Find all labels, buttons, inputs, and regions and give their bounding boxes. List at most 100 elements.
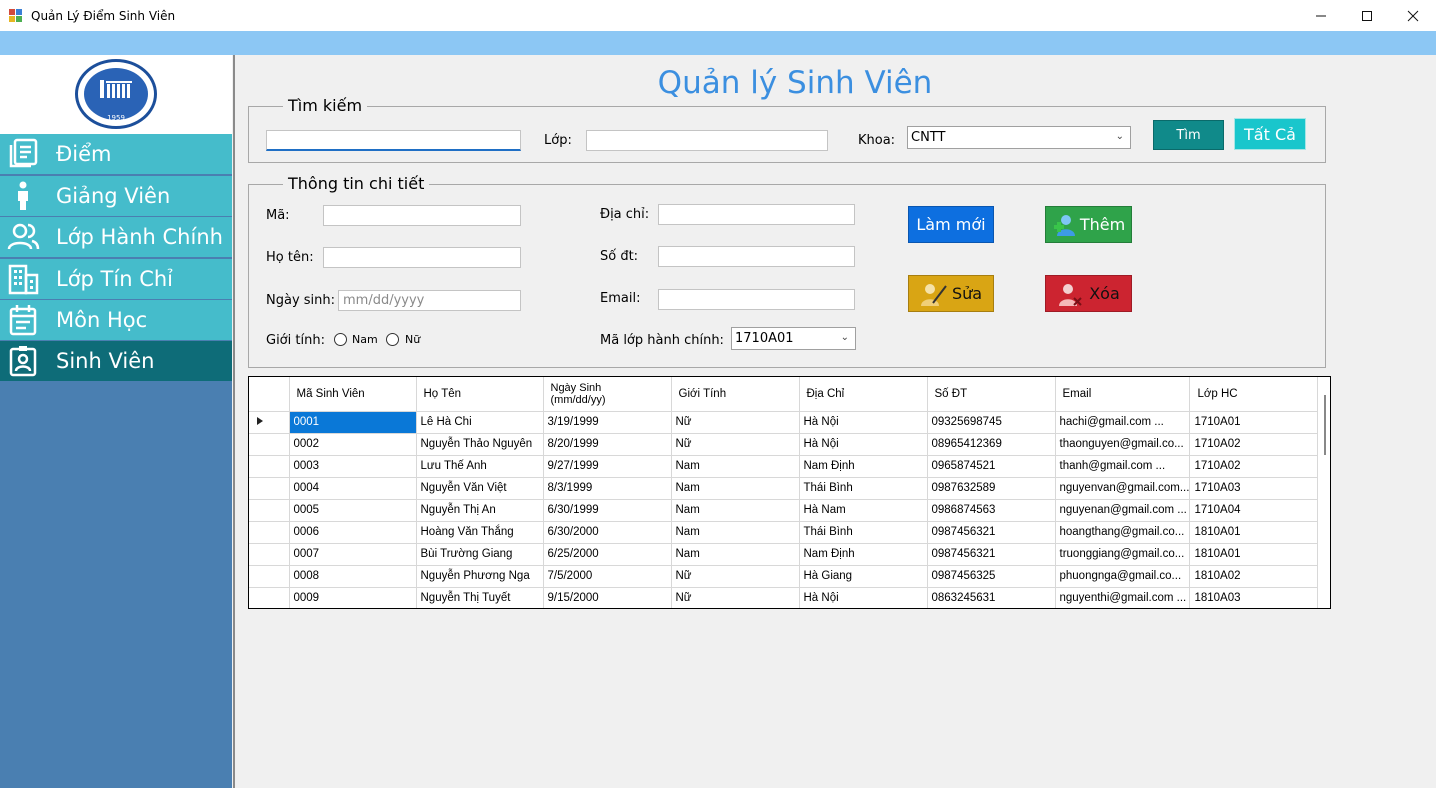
table-cell[interactable]: 0006 [289,521,417,544]
table-cell[interactable]: 1810A01 [1189,543,1319,566]
table-row[interactable]: 0007 Bùi Trường Giang 6/25/2000 Nam Nam Định… [249,543,1319,566]
table-cell[interactable]: 8/3/1999 [543,477,672,500]
table-cell[interactable]: Nguyễn Thảo Nguyên [416,433,544,456]
table-cell[interactable]: 08965412369 [927,433,1056,456]
gender-male-radio[interactable] [334,333,347,346]
table-cell[interactable]: Hoàng Văn Thắng [416,521,544,544]
dob-input[interactable] [338,290,521,311]
table-cell[interactable]: 1710A02 [1189,455,1319,478]
table-cell[interactable]: 9/27/1999 [543,455,672,478]
sidebar-item-lop-tin-chi[interactable]: Lớp Tín Chỉ [0,259,232,299]
table-cell[interactable]: Nữ [671,565,800,588]
table-cell[interactable]: Nam Định [799,455,928,478]
faculty-select[interactable]: CNTT ⌄ [907,126,1131,149]
table-cell[interactable]: nguyenthi@gmail.com ... [1055,587,1191,608]
table-row[interactable]: 0003 Lưu Thế Anh 9/27/1999 Nam Nam Định 09658… [249,455,1319,478]
table-cell[interactable]: 9/15/2000 [543,587,672,608]
table-row[interactable]: 0002 Nguyễn Thảo Nguyên 8/20/1999 Nữ Hà Nội 0… [249,433,1319,456]
table-cell[interactable]: Nữ [671,411,800,434]
table-cell[interactable]: 6/30/2000 [543,521,672,544]
table-cell[interactable]: 0987456325 [927,565,1056,588]
table-cell[interactable]: 8/20/1999 [543,433,672,456]
table-cell[interactable]: Nam [671,455,800,478]
minimize-button[interactable] [1298,0,1344,31]
row-header[interactable] [249,565,290,588]
delete-button[interactable]: Xóa [1045,275,1132,312]
table-cell[interactable]: 0002 [289,433,417,456]
table-cell[interactable]: Thái Bình [799,521,928,544]
phone-input[interactable] [658,246,855,267]
table-cell[interactable]: 0004 [289,477,417,500]
table-cell[interactable]: 0005 [289,499,417,522]
table-cell[interactable]: Thái Bình [799,477,928,500]
table-cell[interactable]: 0003 [289,455,417,478]
table-row[interactable]: 0004 Nguyễn Văn Việt 8/3/1999 Nam Thái Bình 0… [249,477,1319,500]
address-input[interactable] [658,204,855,225]
row-header[interactable] [249,587,290,608]
sidebar-item-sinh-vien[interactable]: Sinh Viên [0,341,232,381]
table-cell[interactable]: Nam Định [799,543,928,566]
table-cell[interactable]: Hà Nội [799,587,928,608]
table-row[interactable]: 0006 Hoàng Văn Thắng 6/30/2000 Nam Thái Bình… [249,521,1319,544]
table-cell[interactable]: nguyenan@gmail.com ... [1055,499,1191,522]
student-id-input[interactable] [323,205,521,226]
table-cell[interactable]: 09325698745 [927,411,1056,434]
table-cell[interactable]: Nam [671,499,800,522]
table-cell[interactable]: Bùi Trường Giang [416,543,544,566]
table-cell[interactable]: Hà Nội [799,433,928,456]
row-header[interactable] [249,433,290,456]
table-cell[interactable]: Lưu Thế Anh [416,455,544,478]
column-header[interactable]: Ngày Sinh (mm/dd/yy) [543,377,672,412]
table-cell[interactable]: nguyenvan@gmail.com... [1055,477,1191,500]
table-cell[interactable]: phuongnga@gmail.co... [1055,565,1191,588]
table-cell[interactable]: Nam [671,543,800,566]
full-name-input[interactable] [323,247,521,268]
table-cell[interactable]: 6/30/1999 [543,499,672,522]
table-row[interactable]: 0009 Nguyễn Thị Tuyết 9/15/2000 Nữ Hà Nội 086… [249,587,1319,608]
table-cell[interactable]: 0987456321 [927,521,1056,544]
table-row[interactable]: 0001 Lê Hà Chi 3/19/1999 Nữ Hà Nội 0932569874… [249,411,1319,434]
sidebar-item-giang-vien[interactable]: Giảng Viên [0,176,232,216]
column-header[interactable]: Lớp HC [1189,377,1319,412]
table-cell[interactable]: Nữ [671,587,800,608]
table-cell[interactable]: thaonguyen@gmail.co... [1055,433,1191,456]
sidebar-item-lop-hanh-chinh[interactable]: Lớp Hành Chính [0,217,232,257]
table-cell[interactable]: 1710A01 [1189,411,1319,434]
table-cell[interactable]: 1810A03 [1189,587,1319,608]
refresh-button[interactable]: Làm mới [908,206,994,243]
table-cell[interactable]: 0986874563 [927,499,1056,522]
table-cell[interactable]: Hà Giang [799,565,928,588]
table-cell[interactable]: Nguyễn Thị Tuyết [416,587,544,608]
table-cell[interactable]: Lê Hà Chi [416,411,544,434]
students-grid[interactable]: Mã Sinh Viên Họ Tên Ngày Sinh (mm/dd/yy) Gi… [248,376,1331,609]
column-header[interactable]: Giới Tính [671,377,800,412]
email-input[interactable] [658,289,855,310]
table-cell[interactable]: Nữ [671,433,800,456]
table-cell[interactable]: 1810A01 [1189,521,1319,544]
table-cell[interactable]: 0965874521 [927,455,1056,478]
table-cell[interactable]: 6/25/2000 [543,543,672,566]
column-header[interactable]: Số ĐT [927,377,1056,412]
sidebar-item-diem[interactable]: Điểm [0,134,232,174]
table-cell[interactable]: 0007 [289,543,417,566]
grid-scrollbar[interactable] [1324,395,1326,455]
table-cell[interactable]: truonggiang@gmail.co... [1055,543,1191,566]
table-cell[interactable]: thanh@gmail.com ... [1055,455,1191,478]
table-cell[interactable]: 1810A02 [1189,565,1319,588]
table-row[interactable]: 0008 Nguyễn Phương Nga 7/5/2000 Nữ Hà Giang 0… [249,565,1319,588]
table-row[interactable]: 0005 Nguyễn Thị An 6/30/1999 Nam Hà Nam 09868… [249,499,1319,522]
table-cell[interactable]: 0863245631 [927,587,1056,608]
close-button[interactable] [1390,0,1436,31]
row-header[interactable] [249,499,290,522]
column-header[interactable]: Họ Tên [416,377,544,412]
search-keyword-input[interactable] [266,130,521,151]
class-search-input[interactable] [586,130,828,151]
table-cell[interactable]: Nam [671,521,800,544]
row-header[interactable] [249,521,290,544]
table-cell[interactable]: 0987632589 [927,477,1056,500]
row-header[interactable] [249,455,290,478]
show-all-button[interactable]: Tất Cả [1234,118,1306,150]
class-code-select[interactable]: 1710A01 ⌄ [731,327,856,350]
edit-button[interactable]: Sửa [908,275,994,312]
table-cell[interactable]: Nguyễn Văn Việt [416,477,544,500]
